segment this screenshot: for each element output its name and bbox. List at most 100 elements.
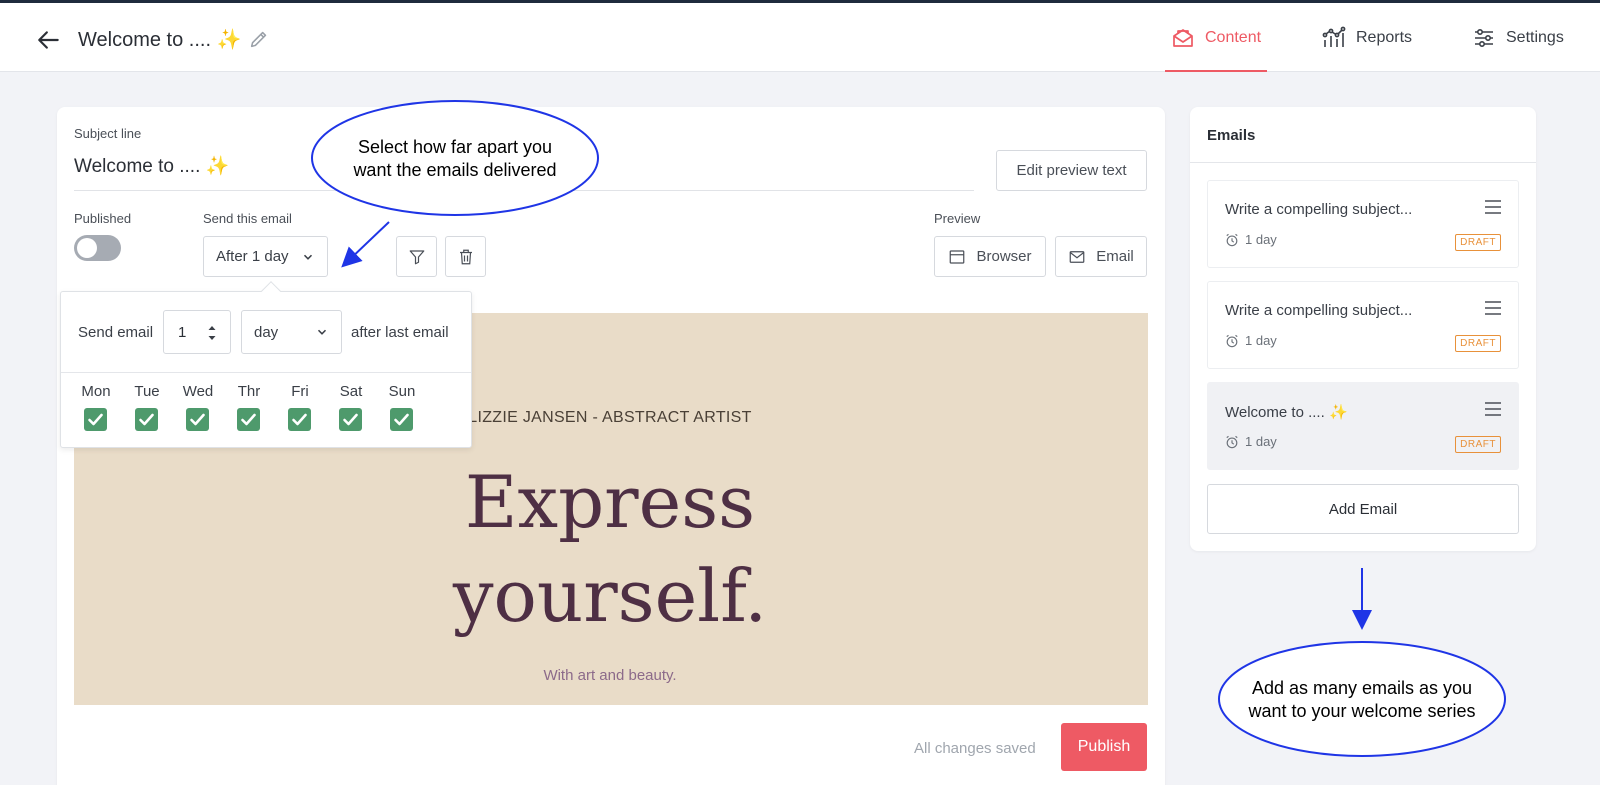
after-last-email-label: after last email [351, 324, 449, 341]
alarm-clock-icon [1226, 233, 1238, 246]
checkmark-icon [394, 413, 409, 426]
send-delay-value: After 1 day [216, 248, 289, 265]
preview-browser-label: Browser [976, 248, 1032, 265]
day-label-mon: Mon [81, 383, 111, 400]
tab-reports[interactable]: Reports [1322, 3, 1412, 72]
published-label: Published [74, 211, 132, 226]
add-email-button[interactable]: Add Email [1207, 484, 1519, 534]
send-delay-select[interactable]: After 1 day [203, 236, 328, 277]
email-item-delay-text: 1 day [1245, 434, 1277, 449]
checkmark-icon [292, 413, 307, 426]
preview-browser-button[interactable]: Browser [934, 236, 1046, 277]
callout-bottom-line1: Add as many emails as you [1251, 678, 1473, 698]
day-checkbox-mon[interactable] [84, 408, 107, 431]
stepper-arrows-icon[interactable] [206, 323, 218, 343]
email-item-delay-text: 1 day [1245, 232, 1277, 247]
edit-preview-text-button[interactable]: Edit preview text [996, 150, 1147, 191]
email-item-subject: Welcome to .... ✨ [1225, 403, 1348, 421]
subject-sparkle-emoji: ✨ [205, 156, 230, 177]
day-label-tue: Tue [134, 383, 160, 400]
top-bar: Welcome to .... ✨ Content Reports Settin… [0, 3, 1600, 72]
envelope-outline-icon [1069, 250, 1085, 263]
browser-window-icon [950, 249, 965, 264]
email-item-subject-text: Welcome to .... [1225, 404, 1325, 421]
emails-panel-divider [1190, 162, 1536, 163]
delete-button[interactable] [445, 236, 486, 277]
envelope-icon [1173, 28, 1193, 47]
email-list-item-1[interactable]: Write a compelling subject... 1 day DRAF… [1207, 180, 1519, 268]
checkmark-icon [88, 413, 103, 426]
day-label-fri: Fri [291, 383, 309, 400]
tab-reports-label: Reports [1356, 28, 1413, 46]
interval-amount-input[interactable]: 1 [163, 310, 231, 354]
alarm-clock-icon [1226, 334, 1238, 347]
email-item-delay: 1 day [1225, 232, 1277, 247]
back-arrow-icon[interactable] [36, 27, 62, 53]
day-checkbox-thr[interactable] [237, 408, 260, 431]
subject-line-text: Welcome to .... [74, 156, 201, 177]
email-item-subject: Write a compelling subject... [1225, 302, 1413, 319]
email-item-delay: 1 day [1225, 434, 1277, 449]
filter-button[interactable] [396, 236, 437, 277]
send-email-label: Send email [78, 324, 154, 341]
email-item-delay-text: 1 day [1245, 333, 1277, 348]
callout-text-bottom: Add as many emails as you want to your w… [1222, 677, 1502, 723]
day-checkbox-tue[interactable] [135, 408, 158, 431]
preview-headline-line1: Express [464, 460, 756, 544]
day-checkbox-sun[interactable] [390, 408, 413, 431]
preview-headline-line2: yourself. [452, 554, 768, 638]
page-title: Welcome to .... ✨ [78, 27, 241, 52]
day-label-thr: Thr [237, 383, 261, 400]
preview-label: Preview [934, 211, 981, 226]
published-toggle[interactable] [74, 235, 121, 261]
send-this-email-label: Send this email [203, 211, 292, 226]
preview-email-label: Email [1096, 248, 1134, 265]
page-title-text: Welcome to .... [78, 29, 212, 51]
unit-chevron-down-icon [317, 329, 327, 335]
day-label-sat: Sat [339, 383, 363, 400]
tab-content[interactable]: Content [1164, 3, 1268, 72]
tab-settings[interactable]: Settings [1472, 3, 1564, 72]
subject-line-input[interactable]: Welcome to .... ✨ [74, 154, 229, 178]
hamburger-menu-icon[interactable] [1484, 199, 1502, 215]
day-checkbox-wed[interactable] [186, 408, 209, 431]
trash-icon [459, 249, 472, 264]
emails-panel-title: Emails [1207, 127, 1256, 144]
email-item-sparkle-emoji: ✨ [1328, 404, 1348, 421]
sliders-icon [1475, 28, 1493, 47]
preview-artist-line: LIZZIE JANSEN - ABSTRACT ARTIST [468, 409, 752, 426]
email-list-item-3[interactable]: Welcome to .... ✨ 1 day DRAFT [1207, 382, 1519, 470]
popover-divider [61, 372, 471, 373]
email-list-item-2[interactable]: Write a compelling subject... 1 day DRAF… [1207, 281, 1519, 369]
callout-text-top: Select how far apart you want the emails… [320, 136, 590, 182]
line-chart-icon [1322, 26, 1346, 47]
preview-email-button[interactable]: Email [1055, 236, 1147, 277]
hamburger-menu-icon[interactable] [1484, 300, 1502, 316]
hamburger-menu-icon[interactable] [1484, 401, 1502, 417]
draft-badge: DRAFT [1455, 436, 1501, 453]
funnel-icon [409, 249, 424, 264]
checkmark-icon [241, 413, 256, 426]
tab-settings-label: Settings [1506, 28, 1564, 46]
email-item-delay: 1 day [1225, 333, 1277, 348]
save-status: All changes saved [914, 740, 1036, 757]
interval-amount-value: 1 [178, 323, 187, 341]
tab-content-label: Content [1205, 28, 1262, 46]
subject-line-label: Subject line [74, 126, 142, 141]
sparkle-emoji: ✨ [216, 29, 242, 51]
draft-badge: DRAFT [1455, 234, 1501, 251]
checkmark-icon [139, 413, 154, 426]
subject-underline [74, 190, 974, 191]
publish-button[interactable]: Publish [1061, 723, 1147, 771]
day-label-wed: Wed [182, 383, 214, 400]
interval-unit-select[interactable]: day [241, 310, 342, 354]
interval-unit-value: day [254, 323, 279, 341]
preview-headline: Express yourself. [380, 455, 840, 643]
pencil-edit-icon[interactable] [248, 28, 270, 50]
chevron-down-icon [303, 254, 313, 260]
day-checkbox-sat[interactable] [339, 408, 362, 431]
alarm-clock-icon [1226, 435, 1238, 448]
checkmark-icon [343, 413, 358, 426]
draft-badge: DRAFT [1455, 335, 1501, 352]
day-checkbox-fri[interactable] [288, 408, 311, 431]
